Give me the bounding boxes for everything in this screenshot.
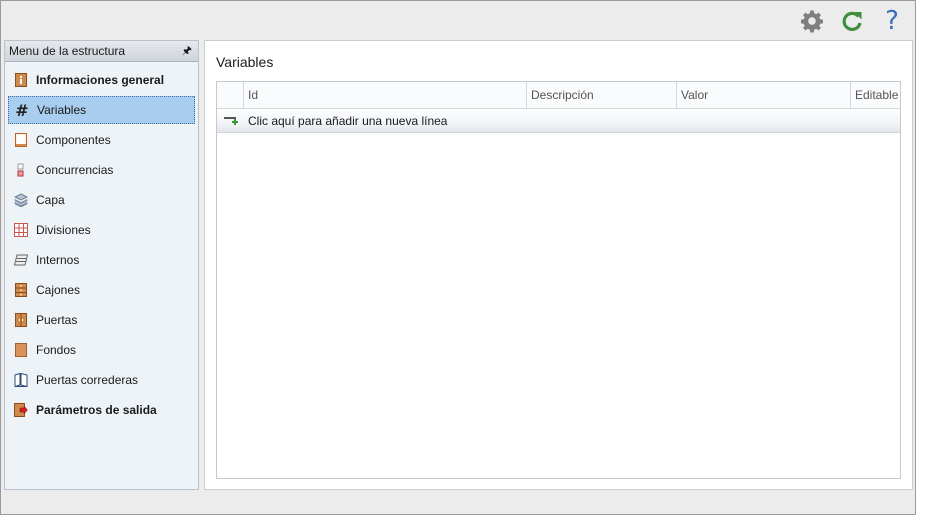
sidebar-item-label: Parámetros de salida bbox=[36, 403, 157, 417]
info-panel-icon bbox=[14, 73, 28, 87]
grid-divisions-icon bbox=[14, 223, 28, 237]
sidebar-item-label: Capa bbox=[36, 193, 65, 207]
main-panel: Variables Id Descripción Valor Editable … bbox=[204, 40, 913, 490]
sidebar-item-label: Puertas correderas bbox=[36, 373, 139, 387]
sidebar-item-puertas[interactable]: Puertas bbox=[8, 306, 195, 334]
sidebar-item-label: Concurrencias bbox=[36, 163, 114, 177]
component-icon bbox=[14, 133, 28, 147]
sidebar-item-label: Informaciones general bbox=[36, 73, 165, 87]
gear-icon bbox=[801, 10, 823, 33]
sidebar-item-label: Componentes bbox=[36, 133, 111, 147]
column-header-editable[interactable]: Editable bbox=[851, 82, 900, 108]
door-icon bbox=[14, 313, 28, 327]
hash-icon: # bbox=[15, 100, 29, 120]
pin-icon[interactable]: 🖈 bbox=[182, 42, 192, 61]
grid-row-indicator-header bbox=[217, 82, 244, 108]
page-title: Variables bbox=[216, 54, 274, 70]
output-params-icon bbox=[14, 403, 28, 417]
sidebar-item-label: Divisiones bbox=[36, 223, 91, 237]
top-toolbar: ? bbox=[799, 6, 905, 36]
grid-header: Id Descripción Valor Editable bbox=[217, 82, 900, 109]
column-header-valor[interactable]: Valor bbox=[677, 82, 851, 108]
structure-menu-header: Menu de la estructura 🖈 bbox=[5, 41, 198, 62]
sidebar-item-concurrencias[interactable]: Concurrencias bbox=[8, 156, 195, 184]
sidebar-item-label: Cajones bbox=[36, 283, 81, 297]
concurrency-icon bbox=[14, 163, 28, 177]
sidebar-item-puertas-correderas[interactable]: Puertas correderas bbox=[8, 366, 195, 394]
sidebar-item-divisiones[interactable]: Divisiones bbox=[8, 216, 195, 244]
sidebar-item-label: Fondos bbox=[36, 343, 77, 357]
column-header-descripcion[interactable]: Descripción bbox=[527, 82, 677, 108]
add-new-row[interactable]: Clic aquí para añadir una nueva línea bbox=[217, 109, 900, 133]
variables-grid: Id Descripción Valor Editable Clic aquí … bbox=[216, 81, 901, 479]
sliding-door-icon bbox=[14, 373, 28, 387]
drawers-icon bbox=[14, 283, 28, 297]
add-row-icon bbox=[217, 115, 244, 127]
sidebar-item-informaciones-general[interactable]: Informaciones general bbox=[8, 66, 195, 94]
sidebar-item-cajones[interactable]: Cajones bbox=[8, 276, 195, 304]
layers-icon bbox=[14, 193, 28, 207]
refresh-button[interactable] bbox=[839, 8, 865, 34]
sidebar-item-componentes[interactable]: Componentes bbox=[8, 126, 195, 154]
application-window: ? Menu de la estructura 🖈 Informaciones … bbox=[0, 0, 916, 515]
sidebar-item-capa[interactable]: Capa bbox=[8, 186, 195, 214]
sidebar-item-parametros-de-salida[interactable]: Parámetros de salida bbox=[8, 396, 195, 424]
sidebar-item-variables[interactable]: # Variables bbox=[8, 96, 195, 124]
sidebar-item-fondos[interactable]: Fondos bbox=[8, 336, 195, 364]
structure-menu-title: Menu de la estructura bbox=[9, 44, 126, 58]
sidebar-item-label: Internos bbox=[36, 253, 80, 267]
help-icon: ? bbox=[885, 6, 899, 36]
internal-shelf-icon bbox=[14, 253, 28, 267]
sidebar-item-label: Variables bbox=[37, 103, 87, 117]
back-panel-icon bbox=[14, 343, 28, 357]
help-button[interactable]: ? bbox=[879, 8, 905, 34]
settings-button[interactable] bbox=[799, 8, 825, 34]
add-row-label: Clic aquí para añadir una nueva línea bbox=[248, 113, 448, 128]
refresh-icon bbox=[842, 11, 862, 31]
column-header-id[interactable]: Id bbox=[244, 82, 527, 108]
structure-menu: Menu de la estructura 🖈 Informaciones ge… bbox=[4, 40, 199, 490]
sidebar-item-label: Puertas bbox=[36, 313, 78, 327]
sidebar-item-internos[interactable]: Internos bbox=[8, 246, 195, 274]
